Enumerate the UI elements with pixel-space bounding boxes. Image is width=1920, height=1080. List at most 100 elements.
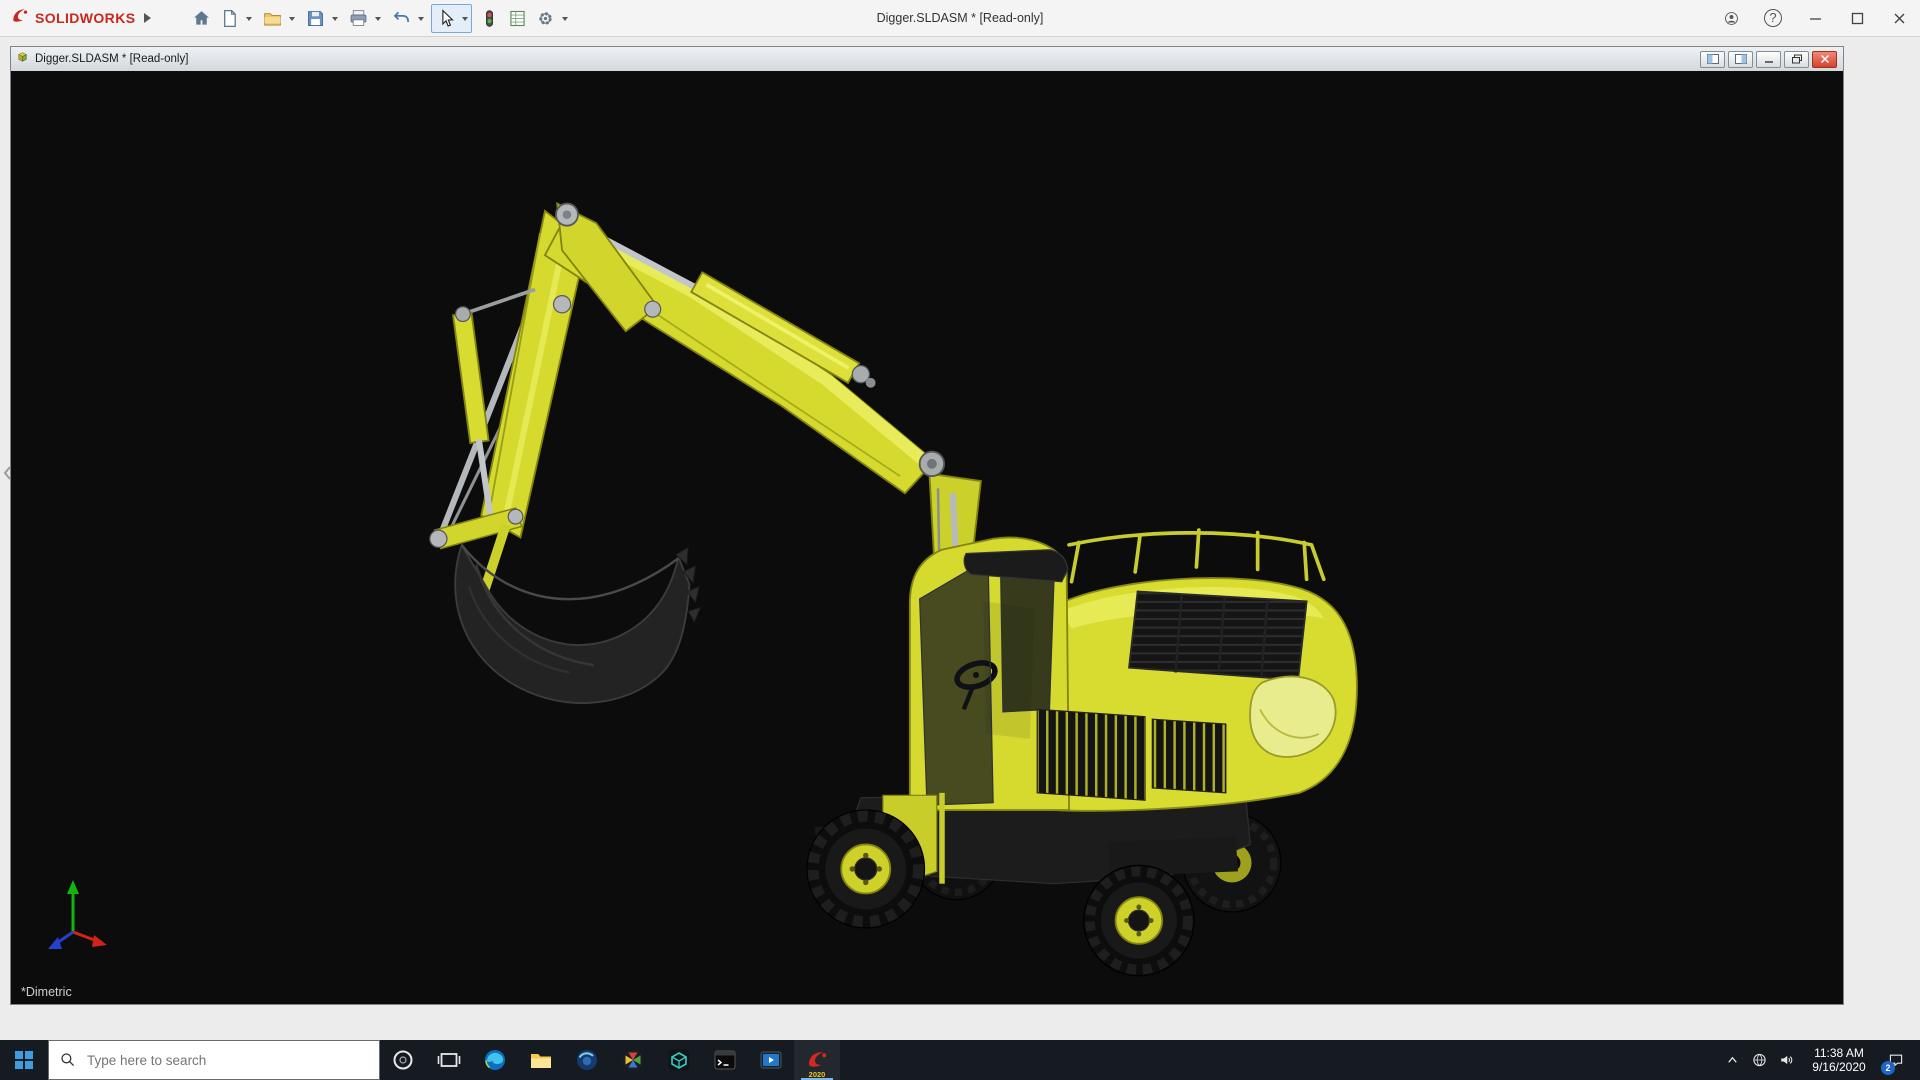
minimize-icon — [1809, 17, 1821, 20]
doc-close-icon — [1820, 54, 1829, 64]
taskbar-clock[interactable]: 11:38 AM 9/16/2020 — [1800, 1040, 1878, 1080]
doc-restore-icon — [1791, 54, 1802, 64]
hidden-icons-button[interactable] — [1719, 1040, 1746, 1080]
start-button[interactable] — [0, 1040, 48, 1080]
taskbar-app-icons: 2020 — [380, 1040, 840, 1080]
command-prompt-icon — [714, 1050, 736, 1070]
home-button[interactable] — [188, 5, 215, 32]
view-orientation-label: *Dimetric — [21, 985, 72, 999]
solidworks-year-label: 2020 — [808, 1070, 826, 1079]
quick-access-toolbar — [188, 3, 574, 33]
solidworks-logo-icon — [10, 6, 30, 31]
file-explorer-button[interactable] — [518, 1040, 564, 1080]
clock-time: 11:38 AM — [1814, 1046, 1864, 1060]
app-titlebar[interactable]: SOLIDWORKS Digger.SLDASM * [Read-only] ? — [0, 0, 1920, 37]
side-window — [999, 561, 1055, 713]
account-button[interactable] — [1710, 0, 1752, 36]
save-icon — [308, 10, 324, 26]
file-properties-icon — [510, 10, 526, 26]
3d-viewer-icon — [668, 1049, 690, 1071]
solidworks-app-icon — [809, 1052, 827, 1067]
side-vent-panel-2[interactable] — [1151, 718, 1227, 794]
task-view-icon — [437, 1053, 461, 1067]
doc-minimize-button[interactable] — [1756, 50, 1781, 68]
file-properties-button[interactable] — [504, 5, 531, 32]
edge-icon — [485, 1050, 505, 1070]
document-title: Digger.SLDASM * [Read-only] — [35, 53, 189, 65]
graphics-viewport[interactable]: *Dimetric — [11, 71, 1843, 1004]
options-dropdown[interactable] — [559, 5, 571, 31]
cortana-button[interactable] — [380, 1040, 426, 1080]
new-document-button[interactable] — [216, 5, 243, 32]
doc-minimize-icon — [1764, 61, 1773, 63]
menu-expand-arrow-icon[interactable] — [144, 13, 156, 23]
volume-button[interactable] — [1773, 1040, 1800, 1080]
assembly-document-icon — [15, 49, 30, 69]
rebuild-button[interactable] — [476, 5, 503, 32]
document-titlebar[interactable]: Digger.SLDASM * [Read-only] — [11, 47, 1843, 72]
boom-arm-assembly[interactable] — [429, 202, 946, 609]
network-globe-icon — [1753, 1053, 1766, 1067]
options-button[interactable] — [532, 5, 559, 32]
undo-button[interactable] — [388, 5, 415, 32]
photos-app-icon — [623, 1050, 643, 1070]
new-document-dropdown[interactable] — [243, 5, 255, 31]
search-input[interactable] — [85, 1051, 368, 1069]
select-tool-dropdown[interactable] — [459, 5, 471, 31]
side-vent-panel-1[interactable] — [1036, 708, 1146, 801]
chevron-up-icon — [1728, 1056, 1737, 1063]
command-prompt-button[interactable] — [702, 1040, 748, 1080]
rebuild-traffic-light-icon — [486, 9, 494, 27]
feature-pane-icon — [1734, 54, 1747, 64]
action-center-button[interactable]: 2 — [1878, 1040, 1914, 1080]
home-icon — [194, 10, 210, 25]
doc-close-button[interactable] — [1812, 50, 1837, 68]
select-cursor-icon — [442, 8, 455, 27]
photos-app-button[interactable] — [610, 1040, 656, 1080]
media-app-button[interactable] — [748, 1040, 794, 1080]
search-icon — [61, 1053, 75, 1067]
blue-globe-app-icon — [577, 1050, 597, 1070]
notification-badge: 2 — [1881, 1061, 1895, 1075]
help-icon: ? — [1764, 9, 1782, 27]
engine-vent-grid — [1128, 590, 1308, 681]
maximize-button[interactable] — [1836, 0, 1878, 36]
blue-globe-app-button[interactable] — [564, 1040, 610, 1080]
print-dropdown[interactable] — [372, 5, 384, 31]
excavator-model — [429, 202, 1358, 977]
display-pane-button[interactable] — [1700, 50, 1725, 68]
solidworks-app-button[interactable]: 2020 — [794, 1040, 840, 1080]
windshield — [919, 563, 994, 806]
deck-railing — [1067, 528, 1326, 584]
undo-dropdown[interactable] — [415, 5, 427, 31]
save-dropdown[interactable] — [329, 5, 341, 31]
handrail — [939, 792, 945, 884]
desktop-screen: SOLIDWORKS Digger.SLDASM * [Read-only] ?… — [0, 0, 1920, 1080]
print-button[interactable] — [345, 5, 372, 32]
wheel-front-left[interactable] — [806, 809, 926, 929]
media-app-icon — [760, 1051, 782, 1069]
open-button[interactable] — [259, 5, 286, 32]
account-icon — [1724, 11, 1738, 25]
file-explorer-icon — [531, 1054, 551, 1068]
speaker-icon — [1781, 1055, 1793, 1065]
close-button[interactable] — [1878, 0, 1920, 36]
solidworks-brand: SOLIDWORKS — [0, 6, 162, 31]
help-button[interactable]: ? — [1752, 0, 1794, 36]
open-dropdown[interactable] — [286, 5, 298, 31]
undo-icon — [394, 11, 410, 22]
minimize-button[interactable] — [1794, 0, 1836, 36]
feature-pane-button[interactable] — [1728, 50, 1753, 68]
network-button[interactable] — [1746, 1040, 1773, 1080]
save-button[interactable] — [302, 5, 329, 32]
system-tray: 11:38 AM 9/16/2020 2 — [1719, 1040, 1920, 1080]
doc-restore-button[interactable] — [1784, 50, 1809, 68]
3d-viewer-app-button[interactable] — [656, 1040, 702, 1080]
orientation-triad — [48, 880, 107, 949]
select-tool-button[interactable] — [432, 5, 459, 32]
edge-browser-button[interactable] — [472, 1040, 518, 1080]
wheel-rear-left[interactable] — [1083, 864, 1195, 977]
brand-name: SOLIDWORKS — [35, 10, 136, 26]
taskbar-search[interactable] — [48, 1040, 380, 1080]
task-view-button[interactable] — [426, 1040, 472, 1080]
